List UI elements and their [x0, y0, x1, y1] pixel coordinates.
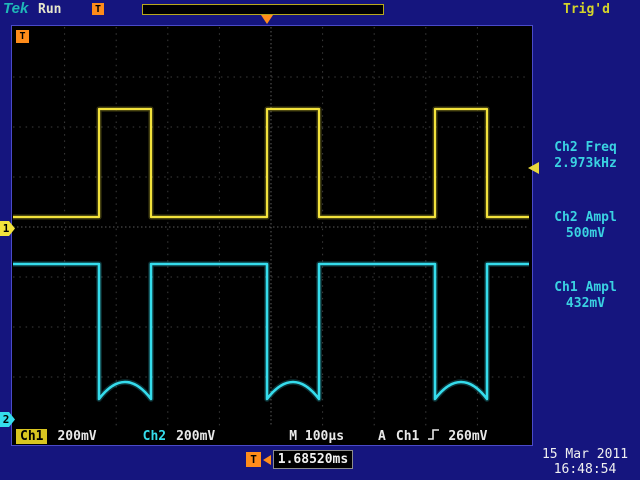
- rising-edge-icon: [427, 428, 440, 445]
- horizontal-position-value: 1.68520ms: [273, 450, 353, 469]
- ch2-label: Ch2: [143, 429, 166, 444]
- status-bar: Ch1 200mV Ch2 200mV M 100µs A Ch1 260mV: [12, 427, 532, 445]
- trigger-marker-badge: T: [92, 3, 104, 15]
- date-readout: 15 Mar 2011: [534, 447, 636, 462]
- trigger-source: Ch1: [396, 429, 419, 444]
- measurement-label: Ch2 Ampl: [533, 210, 638, 226]
- measurement-label: Ch1 Ampl: [533, 280, 638, 296]
- tek-logo: Tek: [3, 0, 28, 17]
- ch2-scale: 200mV: [176, 429, 215, 444]
- measurement-value: 432mV: [533, 296, 638, 312]
- time-readout: 16:48:54: [534, 462, 636, 477]
- trigger-position-indicator-icon: [261, 15, 273, 24]
- acquisition-progress-bar: [142, 4, 384, 15]
- measurement-label: Ch2 Freq: [533, 140, 638, 156]
- measurement-value: 500mV: [533, 226, 638, 242]
- horizontal-position-badge: T: [246, 452, 261, 467]
- datetime: 15 Mar 2011 16:48:54: [534, 447, 636, 477]
- ch1-scale: 200mV: [57, 429, 96, 444]
- measurement-readout: Ch1 Ampl 432mV: [533, 280, 638, 312]
- timebase-readout: M 100µs: [289, 429, 344, 444]
- measurement-value: 2.973kHz: [533, 156, 638, 172]
- graticule: [13, 27, 529, 427]
- acquisition-state: Run: [38, 2, 61, 17]
- trigger-level-readout: 260mV: [448, 429, 487, 444]
- measurement-readout: Ch2 Freq 2.973kHz: [533, 140, 638, 172]
- measurement-readout: Ch2 Ampl 500mV: [533, 210, 638, 242]
- oscilloscope-display: Tek Run T Trig'd T 1 2 Ch1 200mV Ch2 200…: [0, 0, 640, 480]
- horizontal-position-arrow-icon: [263, 455, 271, 465]
- trigger-time-marker: T: [16, 30, 29, 43]
- trigger-system-label: A: [378, 429, 386, 444]
- ch1-badge: Ch1: [16, 429, 47, 444]
- trigger-status: Trig'd: [563, 2, 610, 17]
